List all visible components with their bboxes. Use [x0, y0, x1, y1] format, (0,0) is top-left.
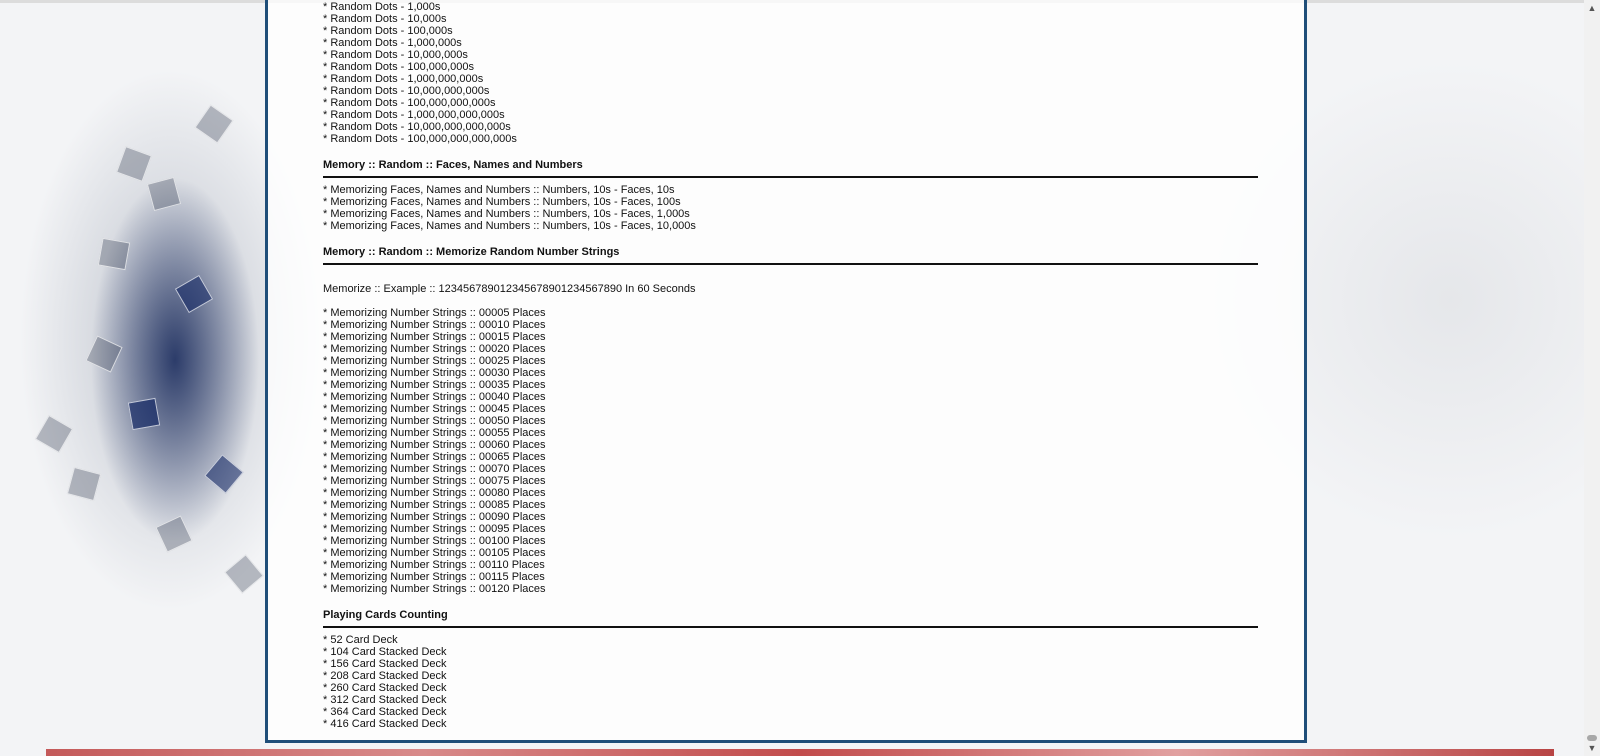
cards-item: * 156 Card Stacked Deck	[323, 658, 447, 670]
background-square	[127, 397, 161, 431]
background-square	[194, 104, 234, 144]
random-dots-item: * Random Dots - 10,000,000,000,000s	[323, 121, 511, 133]
background-square	[97, 237, 131, 271]
background-square	[174, 274, 214, 314]
number-strings-item: * Memorizing Number Strings :: 00050 Pla…	[323, 415, 546, 427]
number-strings-item: * Memorizing Number Strings :: 00095 Pla…	[323, 523, 546, 535]
number-strings-item: * Memorizing Number Strings :: 00075 Pla…	[323, 475, 546, 487]
background-square	[66, 466, 102, 502]
number-strings-item: * Memorizing Number Strings :: 00055 Pla…	[323, 427, 546, 439]
faces-item: * Memorizing Faces, Names and Numbers ::…	[323, 220, 696, 232]
number-strings-item: * Memorizing Number Strings :: 00090 Pla…	[323, 511, 546, 523]
background-square	[204, 454, 244, 494]
cards-item: * 104 Card Stacked Deck	[323, 646, 447, 658]
faces-section-heading: Memory :: Random :: Faces, Names and Num…	[323, 159, 583, 171]
cards-item: * 208 Card Stacked Deck	[323, 670, 447, 682]
cards-item: * 416 Card Stacked Deck	[323, 718, 447, 730]
number-strings-item: * Memorizing Number Strings :: 00065 Pla…	[323, 451, 546, 463]
random-dots-item: * Random Dots - 10,000s	[323, 13, 447, 25]
background-square	[155, 515, 193, 553]
random-dots-item: * Random Dots - 100,000s	[323, 25, 453, 37]
content-panel: * Random Dots - 1,000s * Random Dots - 10…	[265, 0, 1307, 743]
random-dots-item: * Random Dots - 10,000,000s	[323, 49, 468, 61]
faces-item: * Memorizing Faces, Names and Numbers ::…	[323, 196, 681, 208]
number-strings-item: * Memorizing Number Strings :: 00035 Pla…	[323, 379, 546, 391]
number-strings-item: * Memorizing Number Strings :: 00060 Pla…	[323, 439, 546, 451]
background-square	[116, 146, 152, 182]
bottom-decorative-band	[46, 749, 1554, 756]
scroll-up-arrow-icon[interactable]: ▲	[1584, 0, 1600, 16]
number-strings-item: * Memorizing Number Strings :: 00115 Pla…	[323, 571, 545, 583]
background-square	[224, 554, 264, 594]
number-strings-item: * Memorizing Number Strings :: 00080 Pla…	[323, 487, 546, 499]
number-strings-item: * Memorizing Number Strings :: 00085 Pla…	[323, 499, 546, 511]
random-dots-item: * Random Dots - 100,000,000,000s	[323, 97, 496, 109]
random-dots-item: * Random Dots - 10,000,000,000s	[323, 85, 490, 97]
number-strings-item: * Memorizing Number Strings :: 00010 Pla…	[323, 319, 546, 331]
strings-section-heading: Memory :: Random :: Memorize Random Numb…	[323, 246, 620, 258]
random-dots-item: * Random Dots - 100,000,000,000,000s	[323, 133, 517, 145]
random-dots-item: * Random Dots - 1,000s	[323, 1, 441, 13]
number-strings-item: * Memorizing Number Strings :: 00040 Pla…	[323, 391, 546, 403]
random-dots-item: * Random Dots - 1,000,000,000s	[323, 73, 484, 85]
random-dots-item: * Random Dots - 100,000,000s	[323, 61, 475, 73]
background-square	[85, 335, 123, 373]
number-strings-item: * Memorizing Number Strings :: 00045 Pla…	[323, 403, 546, 415]
number-strings-item: * Memorizing Number Strings :: 00020 Pla…	[323, 343, 546, 355]
random-dots-list: * Random Dots - 1,000s * Random Dots - 10…	[323, 1, 1258, 145]
number-strings-item: * Memorizing Number Strings :: 00105 Pla…	[323, 547, 546, 559]
faces-item: * Memorizing Faces, Names and Numbers ::…	[323, 208, 690, 220]
faces-list: * Memorizing Faces, Names and Numbers ::…	[323, 184, 1258, 232]
cards-item: * 52 Card Deck	[323, 634, 398, 646]
background-square	[34, 414, 74, 454]
number-strings-item: * Memorizing Number Strings :: 00005 Pla…	[323, 307, 546, 319]
content-column: * Random Dots - 1,000s * Random Dots - 10…	[323, 0, 1258, 730]
number-strings-item: * Memorizing Number Strings :: 00100 Pla…	[323, 535, 546, 547]
cards-item: * 312 Card Stacked Deck	[323, 694, 447, 706]
background-square	[146, 176, 182, 212]
cards-list: * 52 Card Deck * 104 Card Stacked Deck * 1…	[323, 634, 1258, 730]
number-strings-item: * Memorizing Number Strings :: 00030 Pla…	[323, 367, 546, 379]
number-strings-list: * Memorizing Number Strings :: 00005 Pla…	[323, 307, 1258, 595]
number-strings-item: * Memorizing Number Strings :: 00070 Pla…	[323, 463, 546, 475]
vertical-scrollbar[interactable]: ▲ ▼	[1584, 0, 1600, 756]
scroll-down-arrow-icon[interactable]: ▼	[1584, 740, 1600, 756]
random-dots-item: * Random Dots - 1,000,000,000,000s	[323, 109, 505, 121]
number-strings-item: * Memorizing Number Strings :: 00110 Pla…	[323, 559, 545, 571]
number-strings-item: * Memorizing Number Strings :: 00120 Pla…	[323, 583, 546, 595]
cards-section-heading: Playing Cards Counting	[323, 609, 448, 621]
strings-example: Memorize :: Example :: 12345678901234567…	[323, 283, 696, 295]
number-strings-item: * Memorizing Number Strings :: 00015 Pla…	[323, 331, 546, 343]
cards-item: * 260 Card Stacked Deck	[323, 682, 447, 694]
random-dots-item: * Random Dots - 1,000,000s	[323, 37, 462, 49]
number-strings-item: * Memorizing Number Strings :: 00025 Pla…	[323, 355, 546, 367]
cards-item: * 364 Card Stacked Deck	[323, 706, 447, 718]
faces-item: * Memorizing Faces, Names and Numbers ::…	[323, 184, 675, 196]
